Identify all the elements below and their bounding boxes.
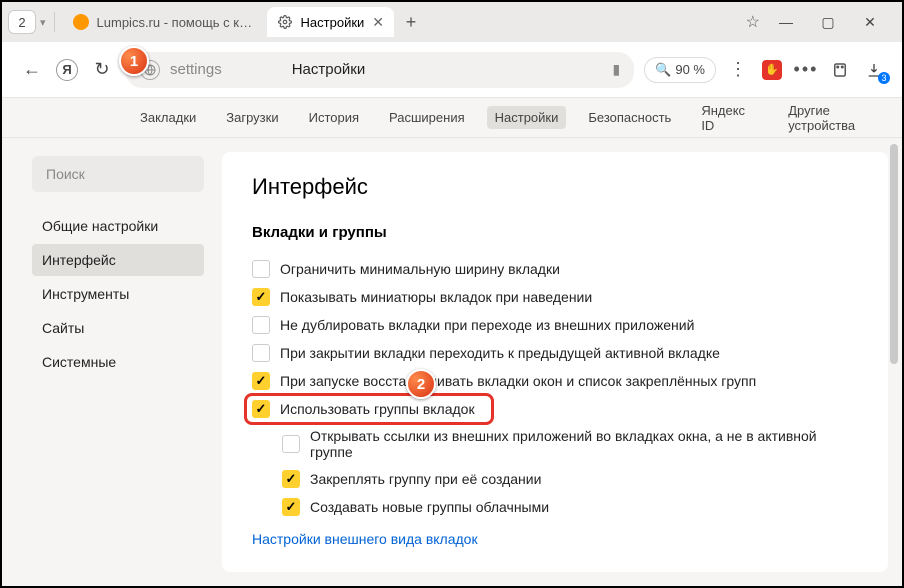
nav-yandex-id[interactable]: Яндекс ID bbox=[693, 99, 766, 137]
tab-title: Настройки bbox=[301, 15, 365, 30]
opt-label: Ограничить минимальную ширину вкладки bbox=[280, 261, 560, 277]
nav-extensions[interactable]: Расширения bbox=[381, 106, 473, 129]
scrollbar-thumb[interactable] bbox=[890, 144, 898, 364]
minimize-button[interactable]: — bbox=[774, 10, 798, 34]
settings-nav-row: Закладки Загрузки История Расширения Нас… bbox=[2, 98, 902, 138]
callout-badge-1: 1 bbox=[119, 46, 149, 76]
opt-open-links-group[interactable]: Открывать ссылки из внешних приложений в… bbox=[282, 423, 858, 465]
opt-label: Использовать группы вкладок bbox=[280, 401, 475, 417]
sidebar-item-general[interactable]: Общие настройки bbox=[32, 210, 204, 242]
close-window-button[interactable]: ✕ bbox=[858, 10, 882, 34]
address-path: settings bbox=[170, 61, 222, 78]
checkbox[interactable] bbox=[282, 470, 300, 488]
search-input[interactable]: Поиск bbox=[32, 156, 204, 192]
nav-history[interactable]: История bbox=[301, 106, 367, 129]
tab-lumpics[interactable]: Lumpics.ru - помощь с ком bbox=[63, 7, 263, 37]
opt-label: При закрытии вкладки переходить к предыд… bbox=[280, 345, 720, 361]
opt-use-tab-groups[interactable]: Использовать группы вкладок bbox=[252, 395, 858, 423]
address-bar[interactable]: settings Настройки ▮ bbox=[126, 52, 634, 88]
opt-label: Показывать миниатюры вкладок при наведен… bbox=[280, 289, 592, 305]
opt-label: Закреплять группу при её создании bbox=[310, 471, 541, 487]
sidebar-item-system[interactable]: Системные bbox=[32, 346, 204, 378]
opt-label: При запуске восстанавливать вкладки окон… bbox=[280, 373, 756, 389]
opt-label: Создавать новые группы облачными bbox=[310, 499, 549, 515]
tab-settings[interactable]: Настройки ✕ bbox=[267, 7, 394, 37]
sidebar-item-sites[interactable]: Сайты bbox=[32, 312, 204, 344]
opt-no-duplicate[interactable]: Не дублировать вкладки при переходе из в… bbox=[252, 311, 858, 339]
tab-title: Lumpics.ru - помощь с ком bbox=[97, 15, 253, 30]
nav-security[interactable]: Безопасность bbox=[580, 106, 679, 129]
checkbox[interactable] bbox=[252, 400, 270, 418]
sidebar-item-tools[interactable]: Инструменты bbox=[32, 278, 204, 310]
checkbox[interactable] bbox=[282, 435, 300, 453]
window-controls: — ▢ ✕ bbox=[774, 10, 896, 34]
main-area: Поиск Общие настройки Интерфейс Инструме… bbox=[2, 138, 902, 586]
close-icon[interactable]: ✕ bbox=[372, 14, 384, 31]
tab-counter-chevron[interactable]: ▾ bbox=[40, 16, 46, 29]
nav-settings[interactable]: Настройки bbox=[487, 106, 567, 129]
bookmark-star-icon[interactable]: ☆ bbox=[746, 12, 760, 32]
yandex-home-icon[interactable]: Я bbox=[56, 59, 78, 81]
checkbox[interactable] bbox=[252, 316, 270, 334]
checkbox[interactable] bbox=[252, 288, 270, 306]
callout-badge-2: 2 bbox=[406, 369, 436, 399]
favicon-lumpics bbox=[73, 14, 89, 30]
checkbox[interactable] bbox=[252, 344, 270, 362]
sidebar: Поиск Общие настройки Интерфейс Инструме… bbox=[2, 138, 222, 586]
opt-label: Открывать ссылки из внешних приложений в… bbox=[310, 428, 858, 460]
page-title: Интерфейс bbox=[252, 174, 858, 200]
extension-icon[interactable] bbox=[828, 58, 852, 82]
checkbox[interactable] bbox=[282, 498, 300, 516]
more-menu-icon[interactable]: ••• bbox=[794, 58, 818, 82]
section-title: Вкладки и группы bbox=[252, 224, 858, 241]
opt-label: Не дублировать вкладки при переходе из в… bbox=[280, 317, 694, 333]
opt-thumbnails[interactable]: Показывать миниатюры вкладок при наведен… bbox=[252, 283, 858, 311]
opt-cloud-groups[interactable]: Создавать новые группы облачными bbox=[282, 493, 858, 521]
divider bbox=[54, 12, 55, 32]
bookmark-flag-icon[interactable]: ▮ bbox=[612, 61, 620, 78]
nav-downloads[interactable]: Загрузки bbox=[218, 106, 286, 129]
downloads-button[interactable] bbox=[862, 58, 886, 82]
adblock-icon[interactable]: ✋ bbox=[760, 58, 784, 82]
scrollbar[interactable] bbox=[890, 140, 900, 580]
opt-min-width[interactable]: Ограничить минимальную ширину вкладки bbox=[252, 255, 858, 283]
nav-bookmarks[interactable]: Закладки bbox=[132, 106, 204, 129]
gear-icon bbox=[277, 14, 293, 30]
opt-prev-active[interactable]: При закрытии вкладки переходить к предыд… bbox=[252, 339, 858, 367]
appearance-link[interactable]: Настройки внешнего вида вкладок bbox=[252, 521, 858, 547]
content-panel: Интерфейс Вкладки и группы Ограничить ми… bbox=[222, 152, 888, 572]
tab-counter[interactable]: 2 bbox=[8, 10, 36, 34]
checkbox[interactable] bbox=[252, 260, 270, 278]
nav-other-devices[interactable]: Другие устройства bbox=[780, 99, 902, 137]
zoom-level: 90 % bbox=[675, 62, 705, 77]
reload-button[interactable]: ↻ bbox=[88, 56, 116, 84]
zoom-indicator[interactable]: 🔍 90 % bbox=[644, 57, 716, 83]
new-tab-button[interactable]: + bbox=[398, 9, 424, 35]
menu-dots-icon[interactable]: ⋮ bbox=[726, 58, 750, 82]
tab-strip: 2 ▾ Lumpics.ru - помощь с ком Настройки … bbox=[2, 2, 902, 42]
maximize-button[interactable]: ▢ bbox=[816, 10, 840, 34]
back-button[interactable]: ← bbox=[18, 56, 46, 84]
zoom-lens-icon: 🔍 bbox=[655, 62, 671, 78]
opt-restore-tabs[interactable]: При запуске восстанавливать вкладки окон… bbox=[252, 367, 858, 395]
opt-pin-group[interactable]: Закреплять группу при её создании bbox=[282, 465, 858, 493]
address-title: Настройки bbox=[292, 61, 366, 78]
checkbox[interactable] bbox=[252, 372, 270, 390]
sidebar-item-interface[interactable]: Интерфейс bbox=[32, 244, 204, 276]
